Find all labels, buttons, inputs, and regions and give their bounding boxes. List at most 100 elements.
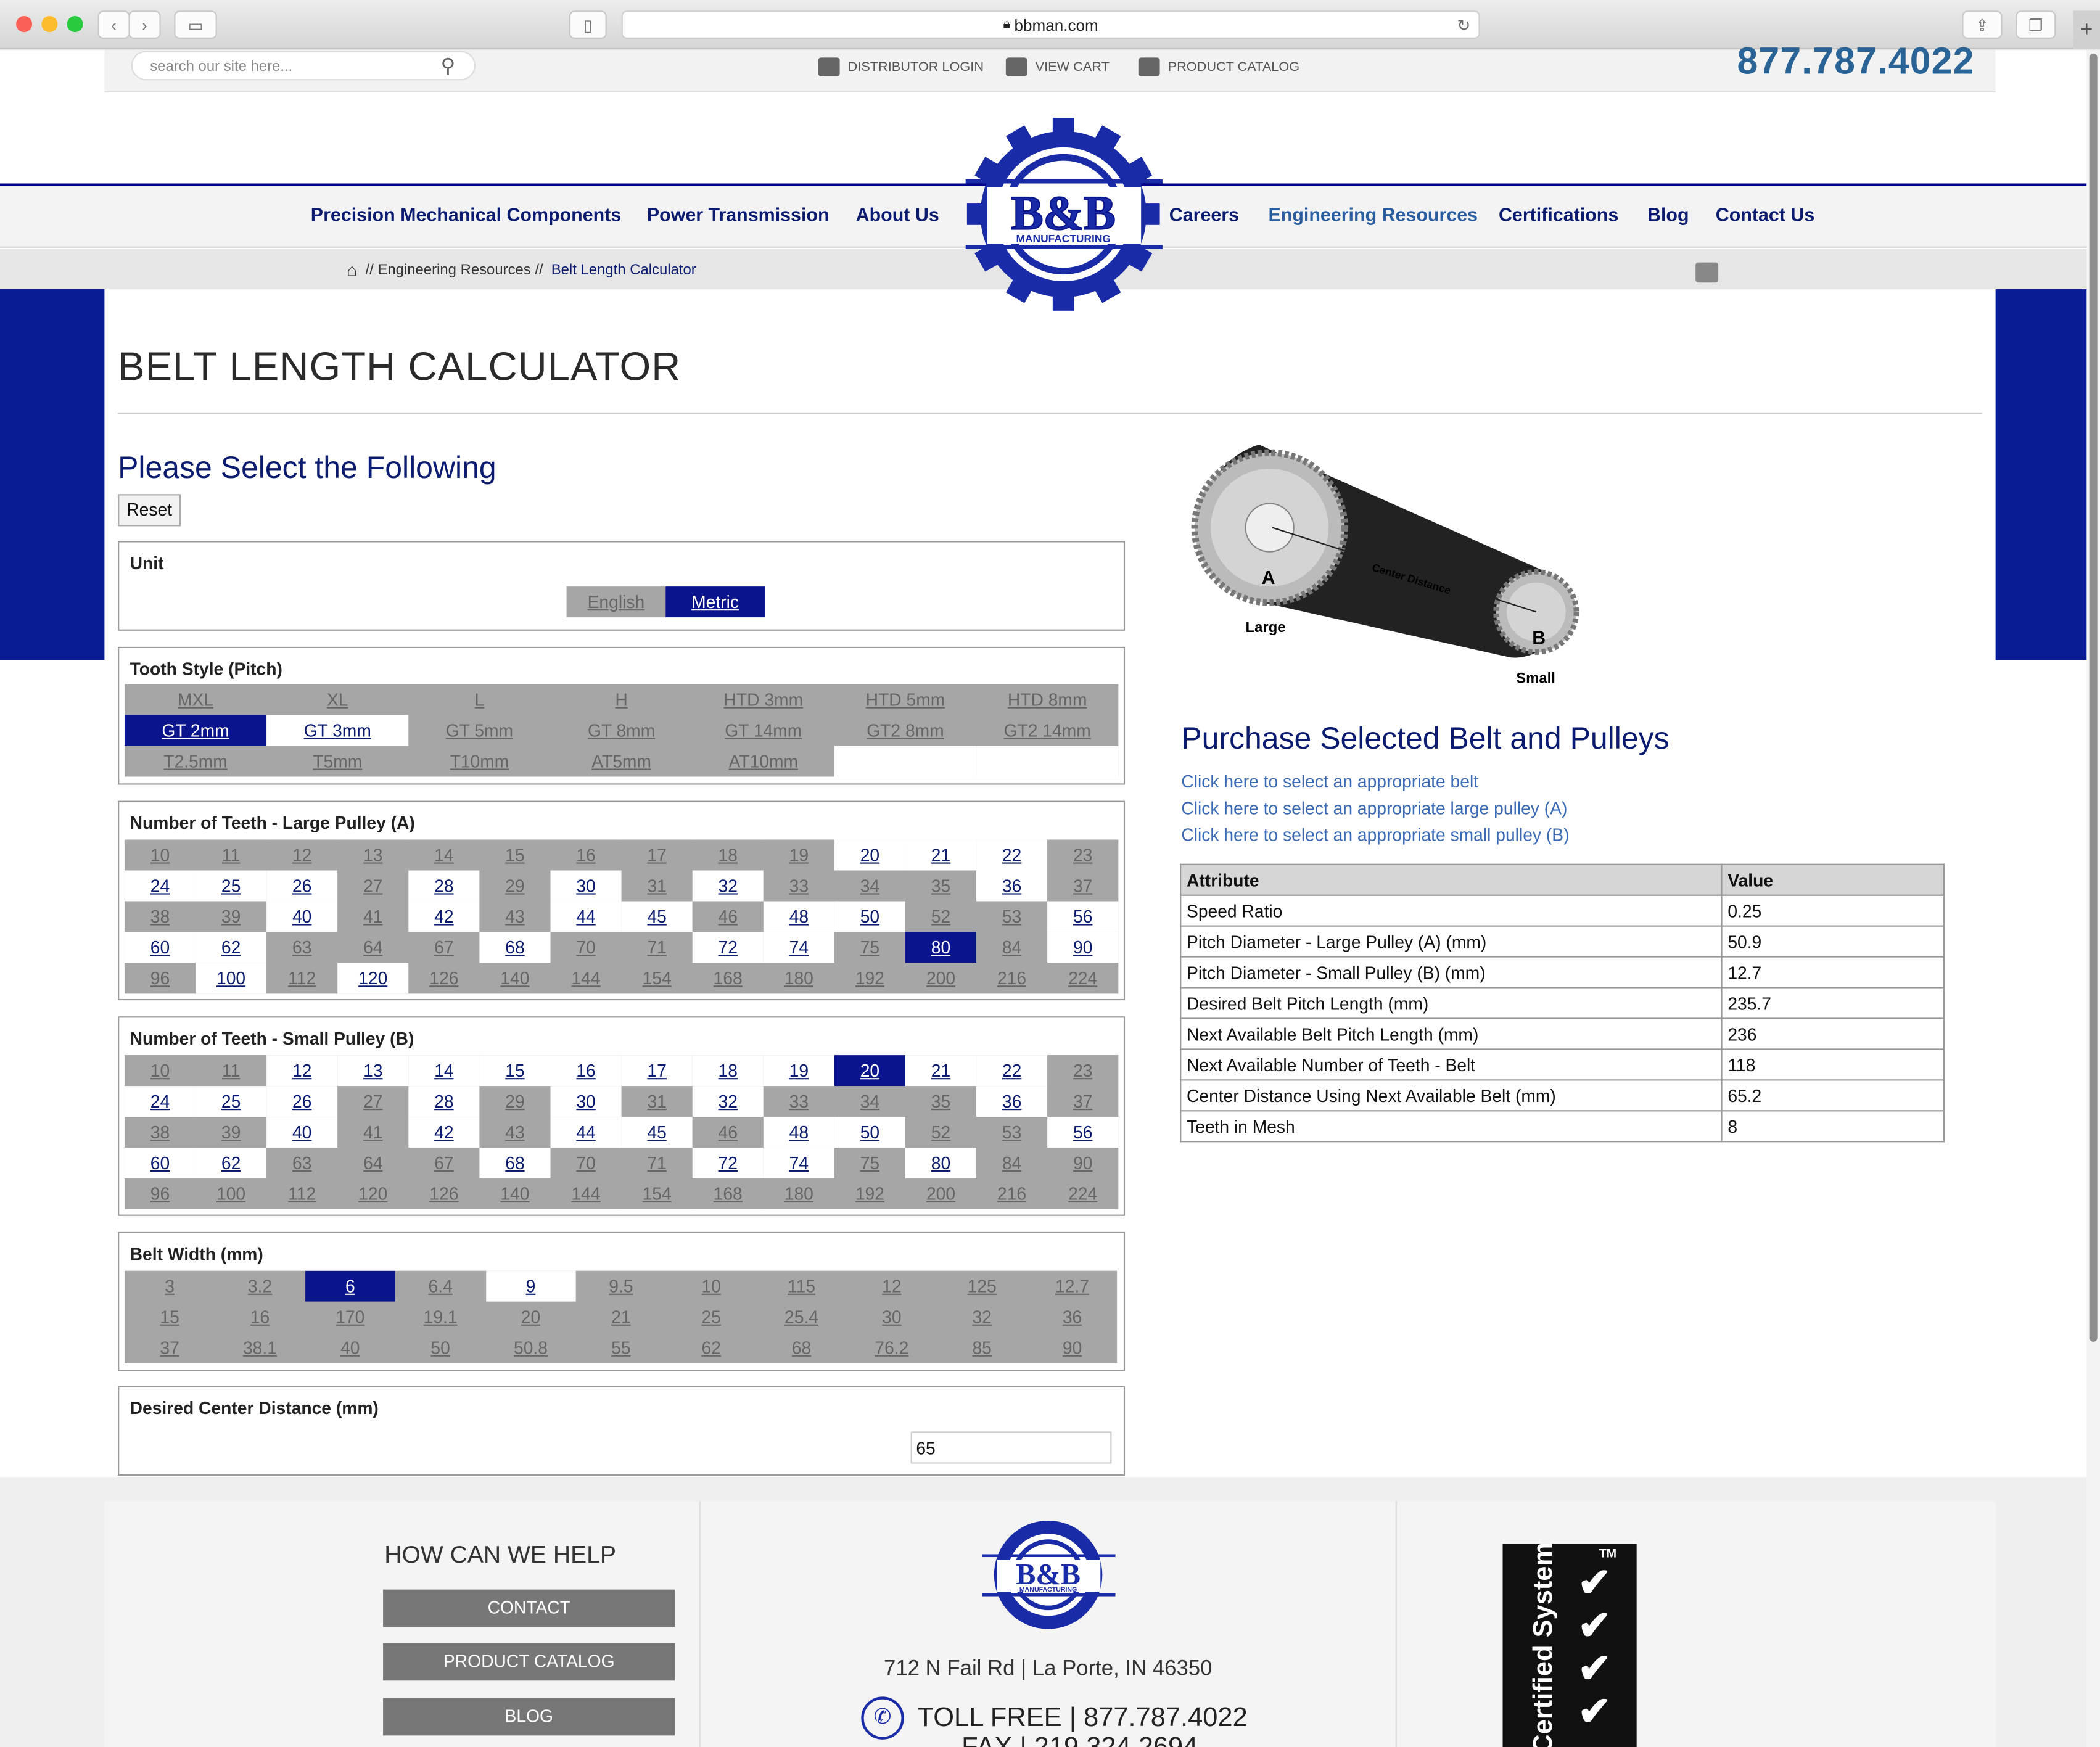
tooth-style-option[interactable]: GT2 8mm: [834, 715, 977, 746]
belt-width-option[interactable]: 16: [215, 1301, 305, 1333]
large-teeth-option[interactable]: 46: [692, 901, 764, 932]
large-teeth-option[interactable]: 34: [834, 870, 905, 902]
large-teeth-option[interactable]: 112: [266, 963, 338, 994]
small-teeth-option[interactable]: 22: [976, 1055, 1048, 1087]
small-teeth-option[interactable]: 224: [1047, 1178, 1119, 1209]
large-teeth-option[interactable]: 21: [905, 839, 977, 871]
small-teeth-option[interactable]: 33: [763, 1086, 834, 1117]
belt-width-option[interactable]: 9: [485, 1270, 576, 1302]
small-teeth-option[interactable]: 71: [621, 1148, 693, 1178]
large-teeth-option[interactable]: 67: [408, 932, 480, 963]
small-teeth-option[interactable]: 74: [763, 1148, 834, 1178]
new-tab-button[interactable]: +: [2073, 10, 2100, 50]
large-teeth-option[interactable]: 140: [479, 963, 551, 994]
large-teeth-option[interactable]: 32: [692, 870, 764, 902]
large-teeth-option[interactable]: 17: [621, 839, 693, 871]
belt-width-option[interactable]: 125: [937, 1270, 1027, 1302]
search-icon[interactable]: ⚲: [440, 54, 455, 78]
belt-width-option[interactable]: 62: [666, 1332, 757, 1363]
nav-precision-mechanical-components[interactable]: Precision Mechanical Components: [311, 203, 621, 225]
large-teeth-option[interactable]: 45: [621, 901, 693, 932]
large-teeth-option[interactable]: 72: [692, 932, 764, 963]
tooth-style-option[interactable]: HTD 3mm: [692, 684, 834, 715]
tooth-style-option[interactable]: H: [550, 684, 693, 715]
belt-width-option[interactable]: 50: [395, 1332, 486, 1363]
footer-catalog-button[interactable]: PRODUCT CATALOG: [383, 1643, 675, 1681]
tooth-style-option[interactable]: GT 14mm: [692, 715, 834, 746]
belt-width-option[interactable]: 20: [485, 1301, 576, 1333]
small-teeth-option[interactable]: 50: [834, 1117, 905, 1148]
share-button[interactable]: ⇪: [1962, 10, 2003, 39]
small-teeth-option[interactable]: 36: [976, 1086, 1048, 1117]
small-teeth-option[interactable]: 18: [692, 1055, 764, 1087]
large-teeth-option[interactable]: 70: [550, 932, 622, 963]
large-teeth-option[interactable]: 30: [550, 870, 622, 902]
small-teeth-option[interactable]: 67: [408, 1148, 480, 1178]
belt-width-option[interactable]: 36: [1027, 1301, 1118, 1333]
footer-blog-button[interactable]: BLOG: [383, 1698, 675, 1736]
small-teeth-option[interactable]: 17: [621, 1055, 693, 1087]
large-teeth-option[interactable]: 13: [337, 839, 409, 871]
belt-width-option[interactable]: 6.4: [395, 1270, 486, 1302]
small-teeth-option[interactable]: 60: [124, 1148, 196, 1178]
small-teeth-option[interactable]: 90: [1047, 1148, 1119, 1178]
small-teeth-option[interactable]: 42: [408, 1117, 480, 1148]
small-teeth-option[interactable]: 32: [692, 1086, 764, 1117]
large-teeth-option[interactable]: 75: [834, 932, 905, 963]
back-button[interactable]: ‹: [97, 10, 130, 39]
nav-contact-us[interactable]: Contact Us: [1716, 203, 1814, 225]
large-teeth-option[interactable]: 80: [905, 932, 977, 963]
breadcrumb-parent[interactable]: // Engineering Resources //: [366, 262, 543, 278]
large-teeth-option[interactable]: 84: [976, 932, 1048, 963]
forward-button[interactable]: ›: [128, 10, 161, 39]
large-teeth-option[interactable]: 200: [905, 963, 977, 994]
large-teeth-option[interactable]: 18: [692, 839, 764, 871]
small-teeth-option[interactable]: 35: [905, 1086, 977, 1117]
belt-width-option[interactable]: 68: [756, 1332, 847, 1363]
tooth-style-option[interactable]: GT 3mm: [266, 715, 409, 746]
small-teeth-option[interactable]: 200: [905, 1178, 977, 1209]
close-window-button[interactable]: [16, 16, 33, 33]
large-teeth-option[interactable]: 28: [408, 870, 480, 902]
small-teeth-option[interactable]: 72: [692, 1148, 764, 1178]
small-teeth-option[interactable]: 45: [621, 1117, 693, 1148]
belt-width-option[interactable]: 6: [305, 1270, 395, 1302]
small-teeth-option[interactable]: 168: [692, 1178, 764, 1209]
large-teeth-option[interactable]: 60: [124, 932, 196, 963]
small-teeth-option[interactable]: 56: [1047, 1117, 1119, 1148]
large-teeth-option[interactable]: 42: [408, 901, 480, 932]
small-teeth-option[interactable]: 75: [834, 1148, 905, 1178]
small-teeth-option[interactable]: 37: [1047, 1086, 1119, 1117]
print-icon[interactable]: [1695, 262, 1719, 283]
small-teeth-option[interactable]: 25: [196, 1086, 267, 1117]
small-teeth-option[interactable]: 29: [479, 1086, 551, 1117]
large-teeth-option[interactable]: 68: [479, 932, 551, 963]
large-teeth-option[interactable]: 15: [479, 839, 551, 871]
large-teeth-option[interactable]: 126: [408, 963, 480, 994]
belt-width-option[interactable]: 25.4: [756, 1301, 847, 1333]
large-teeth-option[interactable]: 192: [834, 963, 905, 994]
small-teeth-option[interactable]: 11: [196, 1055, 267, 1087]
small-teeth-option[interactable]: 62: [196, 1148, 267, 1178]
small-teeth-option[interactable]: 20: [834, 1055, 905, 1087]
small-teeth-option[interactable]: 21: [905, 1055, 977, 1087]
belt-width-option[interactable]: 90: [1027, 1332, 1118, 1363]
large-teeth-option[interactable]: 24: [124, 870, 196, 902]
small-teeth-option[interactable]: 100: [196, 1178, 267, 1209]
belt-width-option[interactable]: 30: [846, 1301, 937, 1333]
belt-width-option[interactable]: 55: [575, 1332, 667, 1363]
tooth-style-option[interactable]: XL: [266, 684, 409, 715]
belt-width-option[interactable]: 12.7: [1027, 1270, 1118, 1302]
large-teeth-option[interactable]: 63: [266, 932, 338, 963]
large-teeth-option[interactable]: 27: [337, 870, 409, 902]
tooth-style-option[interactable]: HTD 5mm: [834, 684, 977, 715]
belt-width-option[interactable]: 37: [124, 1332, 215, 1363]
belt-width-option[interactable]: 21: [575, 1301, 667, 1333]
small-teeth-option[interactable]: 39: [196, 1117, 267, 1148]
sidebar-toggle-button[interactable]: ▭: [174, 10, 217, 39]
tooth-style-option[interactable]: GT 8mm: [550, 715, 693, 746]
large-teeth-option[interactable]: 56: [1047, 901, 1119, 932]
nav-certifications[interactable]: Certifications: [1499, 203, 1618, 225]
small-teeth-option[interactable]: 192: [834, 1178, 905, 1209]
tooth-style-option[interactable]: L: [408, 684, 551, 715]
